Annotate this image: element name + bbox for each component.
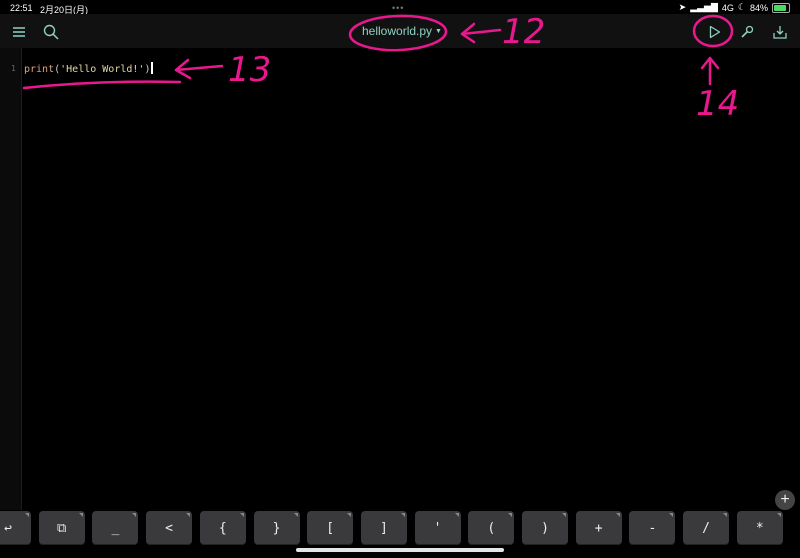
key-brace-close[interactable]: } xyxy=(253,511,300,545)
add-button[interactable]: + xyxy=(775,490,795,510)
annotation-label-13: 13 xyxy=(228,50,272,90)
home-indicator[interactable] xyxy=(296,548,504,552)
key-plus[interactable]: + xyxy=(575,511,622,545)
key-bracket-open[interactable]: [ xyxy=(307,511,354,545)
key-return-icon[interactable]: ↩ xyxy=(0,511,31,545)
key-less-than[interactable]: < xyxy=(146,511,193,545)
annotation-label-14: 14 xyxy=(696,84,740,124)
annotation-arrow-12 xyxy=(460,22,502,44)
key-underscore[interactable]: _ xyxy=(92,511,139,545)
key-bracket-close[interactable]: ] xyxy=(360,511,407,545)
annotation-circle-run xyxy=(692,14,734,48)
annotation-circle-filename xyxy=(348,14,448,52)
key-copy-icon[interactable]: ⧉ xyxy=(38,511,85,545)
key-quote[interactable]: ' xyxy=(414,511,461,545)
key-slash[interactable]: / xyxy=(683,511,730,545)
keyboard-accessory-bar: ↩ ⧉ _ <{}[] '() + - / * xyxy=(0,511,800,545)
key-brace-open[interactable]: { xyxy=(199,511,246,545)
annotation-underline-code xyxy=(22,80,182,90)
key-asterisk[interactable]: * xyxy=(736,511,783,545)
annotation-arrow-13 xyxy=(174,58,224,80)
annotation-overlay xyxy=(22,14,734,90)
annotation-label-12: 12 xyxy=(502,12,546,52)
key-paren-open[interactable]: ( xyxy=(468,511,515,545)
annotation-arrow-14 xyxy=(700,56,720,86)
key-paren-close[interactable]: ) xyxy=(522,511,568,545)
key-minus[interactable]: - xyxy=(629,511,676,545)
